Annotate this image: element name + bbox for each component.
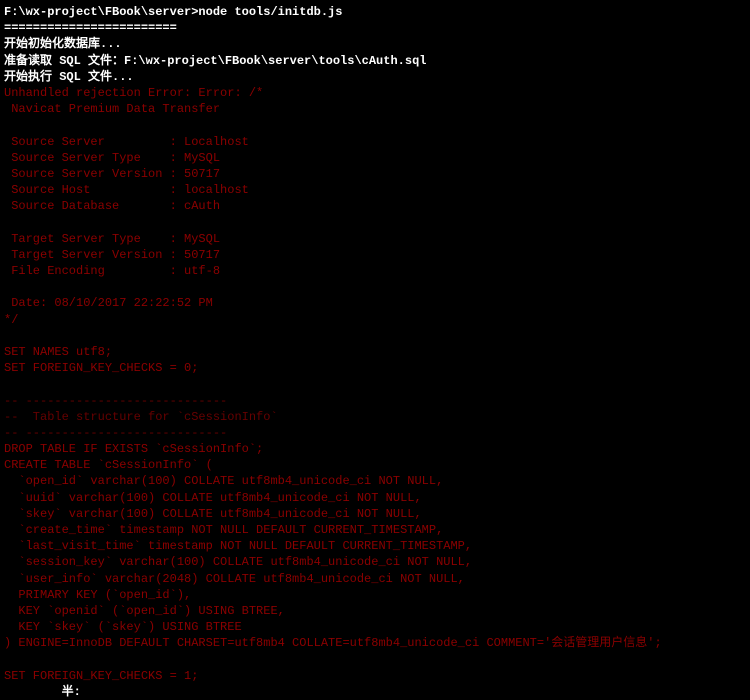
close-comment: */ bbox=[4, 312, 746, 328]
col-key-openid: KEY `openid` (`open_id`) USING BTREE, bbox=[4, 603, 746, 619]
horizontal-rule: ======================== bbox=[4, 20, 746, 36]
set-names: SET NAMES utf8; bbox=[4, 344, 746, 360]
table-structure-comment: -- Table structure for `cSessionInfo` bbox=[4, 409, 746, 425]
init-line-1: 开始初始化数据库... bbox=[4, 36, 746, 52]
meta-target-server-version: Target Server Version : 50717 bbox=[4, 247, 746, 263]
fk-off: SET FOREIGN_KEY_CHECKS = 0; bbox=[4, 360, 746, 376]
dashes-2: -- ---------------------------- bbox=[4, 425, 746, 441]
error-line-2: Navicat Premium Data Transfer bbox=[4, 101, 746, 117]
meta-source-server-type: Source Server Type : MySQL bbox=[4, 150, 746, 166]
blank-line bbox=[4, 214, 746, 230]
col-open-id: `open_id` varchar(100) COLLATE utf8mb4_u… bbox=[4, 473, 746, 489]
init-line-2b: F:\wx-project\FBook\server\tools\cAuth.s… bbox=[124, 54, 426, 68]
init-line-2a: 准备读取 SQL 文件： bbox=[4, 54, 124, 68]
trailing-line: 半: bbox=[4, 684, 746, 700]
blank-line bbox=[4, 376, 746, 392]
meta-source-server-version: Source Server Version : 50717 bbox=[4, 166, 746, 182]
create-table: CREATE TABLE `cSessionInfo` ( bbox=[4, 457, 746, 473]
dashes-1: -- ---------------------------- bbox=[4, 393, 746, 409]
terminal-output: F:\wx-project\FBook\server>node tools/in… bbox=[4, 4, 746, 700]
meta-date: Date: 08/10/2017 22:22:52 PM bbox=[4, 295, 746, 311]
blank-line bbox=[4, 652, 746, 668]
col-key-skey: KEY `skey` (`skey`) USING BTREE bbox=[4, 619, 746, 635]
blank-line bbox=[4, 328, 746, 344]
blank-line bbox=[4, 279, 746, 295]
col-user-info: `user_info` varchar(2048) COLLATE utf8mb… bbox=[4, 571, 746, 587]
col-primary-key: PRIMARY KEY (`open_id`), bbox=[4, 587, 746, 603]
meta-target-server-type: Target Server Type : MySQL bbox=[4, 231, 746, 247]
col-skey: `skey` varchar(100) COLLATE utf8mb4_unic… bbox=[4, 506, 746, 522]
meta-file-encoding: File Encoding : utf-8 bbox=[4, 263, 746, 279]
error-header: Unhandled rejection Error: Error: /* bbox=[4, 85, 746, 101]
engine-line: ) ENGINE=InnoDB DEFAULT CHARSET=utf8mb4 … bbox=[4, 635, 746, 651]
col-session-key: `session_key` varchar(100) COLLATE utf8m… bbox=[4, 554, 746, 570]
meta-source-host: Source Host : localhost bbox=[4, 182, 746, 198]
init-line-2: 准备读取 SQL 文件：F:\wx-project\FBook\server\t… bbox=[4, 53, 746, 69]
col-uuid: `uuid` varchar(100) COLLATE utf8mb4_unic… bbox=[4, 490, 746, 506]
meta-source-database: Source Database : cAuth bbox=[4, 198, 746, 214]
fk-on: SET FOREIGN_KEY_CHECKS = 1; bbox=[4, 668, 746, 684]
col-last-visit-time: `last_visit_time` timestamp NOT NULL DEF… bbox=[4, 538, 746, 554]
blank-line bbox=[4, 117, 746, 133]
drop-table: DROP TABLE IF EXISTS `cSessionInfo`; bbox=[4, 441, 746, 457]
col-create-time: `create_time` timestamp NOT NULL DEFAULT… bbox=[4, 522, 746, 538]
init-line-3: 开始执行 SQL 文件... bbox=[4, 69, 746, 85]
prompt-line: F:\wx-project\FBook\server>node tools/in… bbox=[4, 4, 746, 20]
meta-source-server: Source Server : Localhost bbox=[4, 134, 746, 150]
